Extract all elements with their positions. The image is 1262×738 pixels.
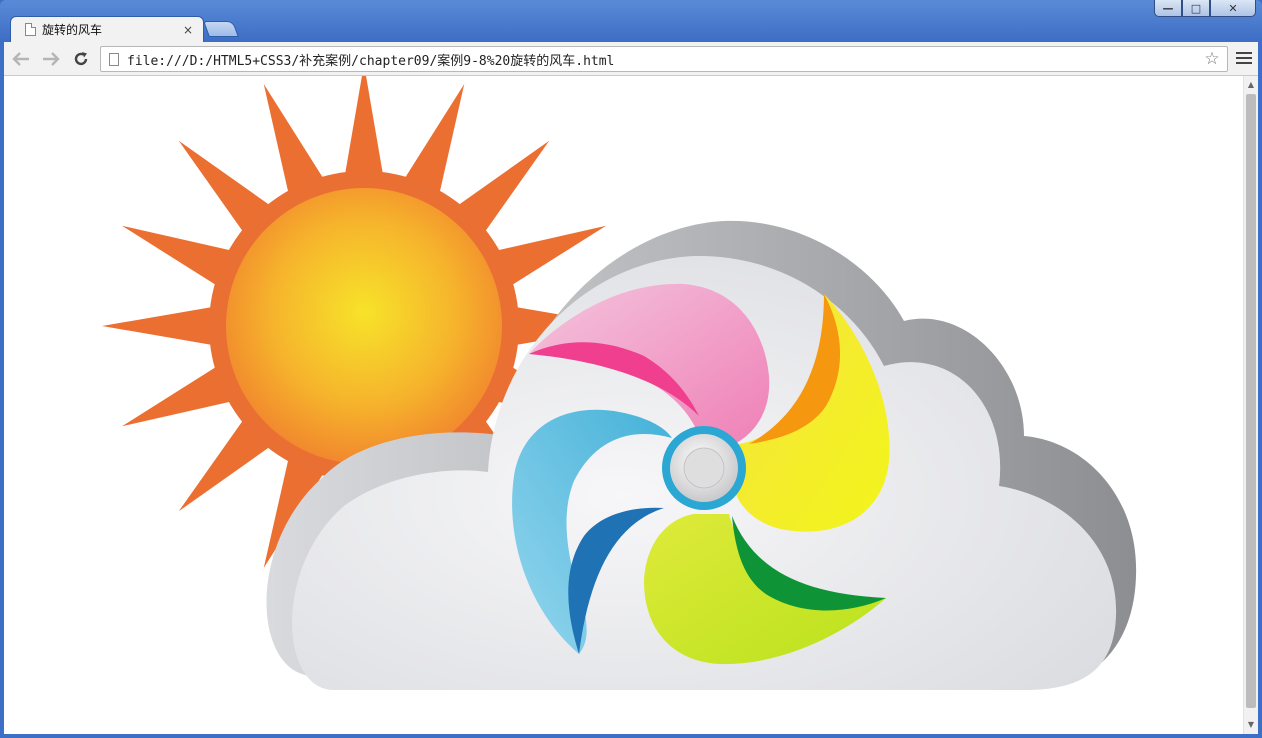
browser-window: — □ ✕ 旋转的风车 × file:///D:/HTML5+CSS3/补充案例… — [0, 0, 1262, 738]
pinwheel-hub-cap — [683, 447, 725, 489]
star-icon[interactable]: ☆ — [1201, 49, 1223, 69]
back-arrow-icon[interactable] — [10, 48, 32, 70]
url-text[interactable]: file:///D:/HTML5+CSS3/补充案例/chapter09/案例9… — [127, 50, 1201, 69]
sun-body — [226, 188, 502, 464]
window-controls: — □ ✕ — [1154, 0, 1256, 18]
tab-title: 旋转的风车 — [42, 23, 103, 37]
scroll-down-icon[interactable]: ▼ — [1244, 718, 1258, 732]
sun-ray — [102, 306, 216, 346]
scrollbar-thumb[interactable] — [1246, 94, 1256, 708]
address-bar[interactable]: file:///D:/HTML5+CSS3/补充案例/chapter09/案例9… — [100, 46, 1228, 72]
hamburger-menu-icon[interactable] — [1236, 50, 1252, 66]
minimize-button[interactable]: — — [1154, 0, 1182, 17]
page-icon — [109, 52, 119, 66]
tab-close-button[interactable]: × — [181, 23, 195, 37]
scroll-up-icon[interactable]: ▲ — [1244, 78, 1258, 92]
pinwheel — [512, 283, 890, 665]
browser-tab[interactable]: 旋转的风车 × — [10, 16, 204, 42]
forward-arrow-icon[interactable] — [40, 48, 62, 70]
page-icon — [25, 23, 36, 36]
vertical-scrollbar[interactable]: ▲ ▼ — [1243, 76, 1258, 734]
new-tab-button[interactable] — [203, 21, 239, 37]
maximize-button[interactable]: □ — [1182, 0, 1210, 17]
reload-icon[interactable] — [70, 48, 92, 70]
sun-ray — [344, 76, 384, 178]
page-viewport: ▲ ▼ — [4, 76, 1258, 734]
sun-cloud-pinwheel-illustration — [102, 76, 1137, 690]
title-bar[interactable]: — □ ✕ 旋转的风车 × — [0, 0, 1262, 42]
close-window-button[interactable]: ✕ — [1210, 0, 1256, 17]
toolbar: file:///D:/HTML5+CSS3/补充案例/chapter09/案例9… — [4, 42, 1258, 76]
